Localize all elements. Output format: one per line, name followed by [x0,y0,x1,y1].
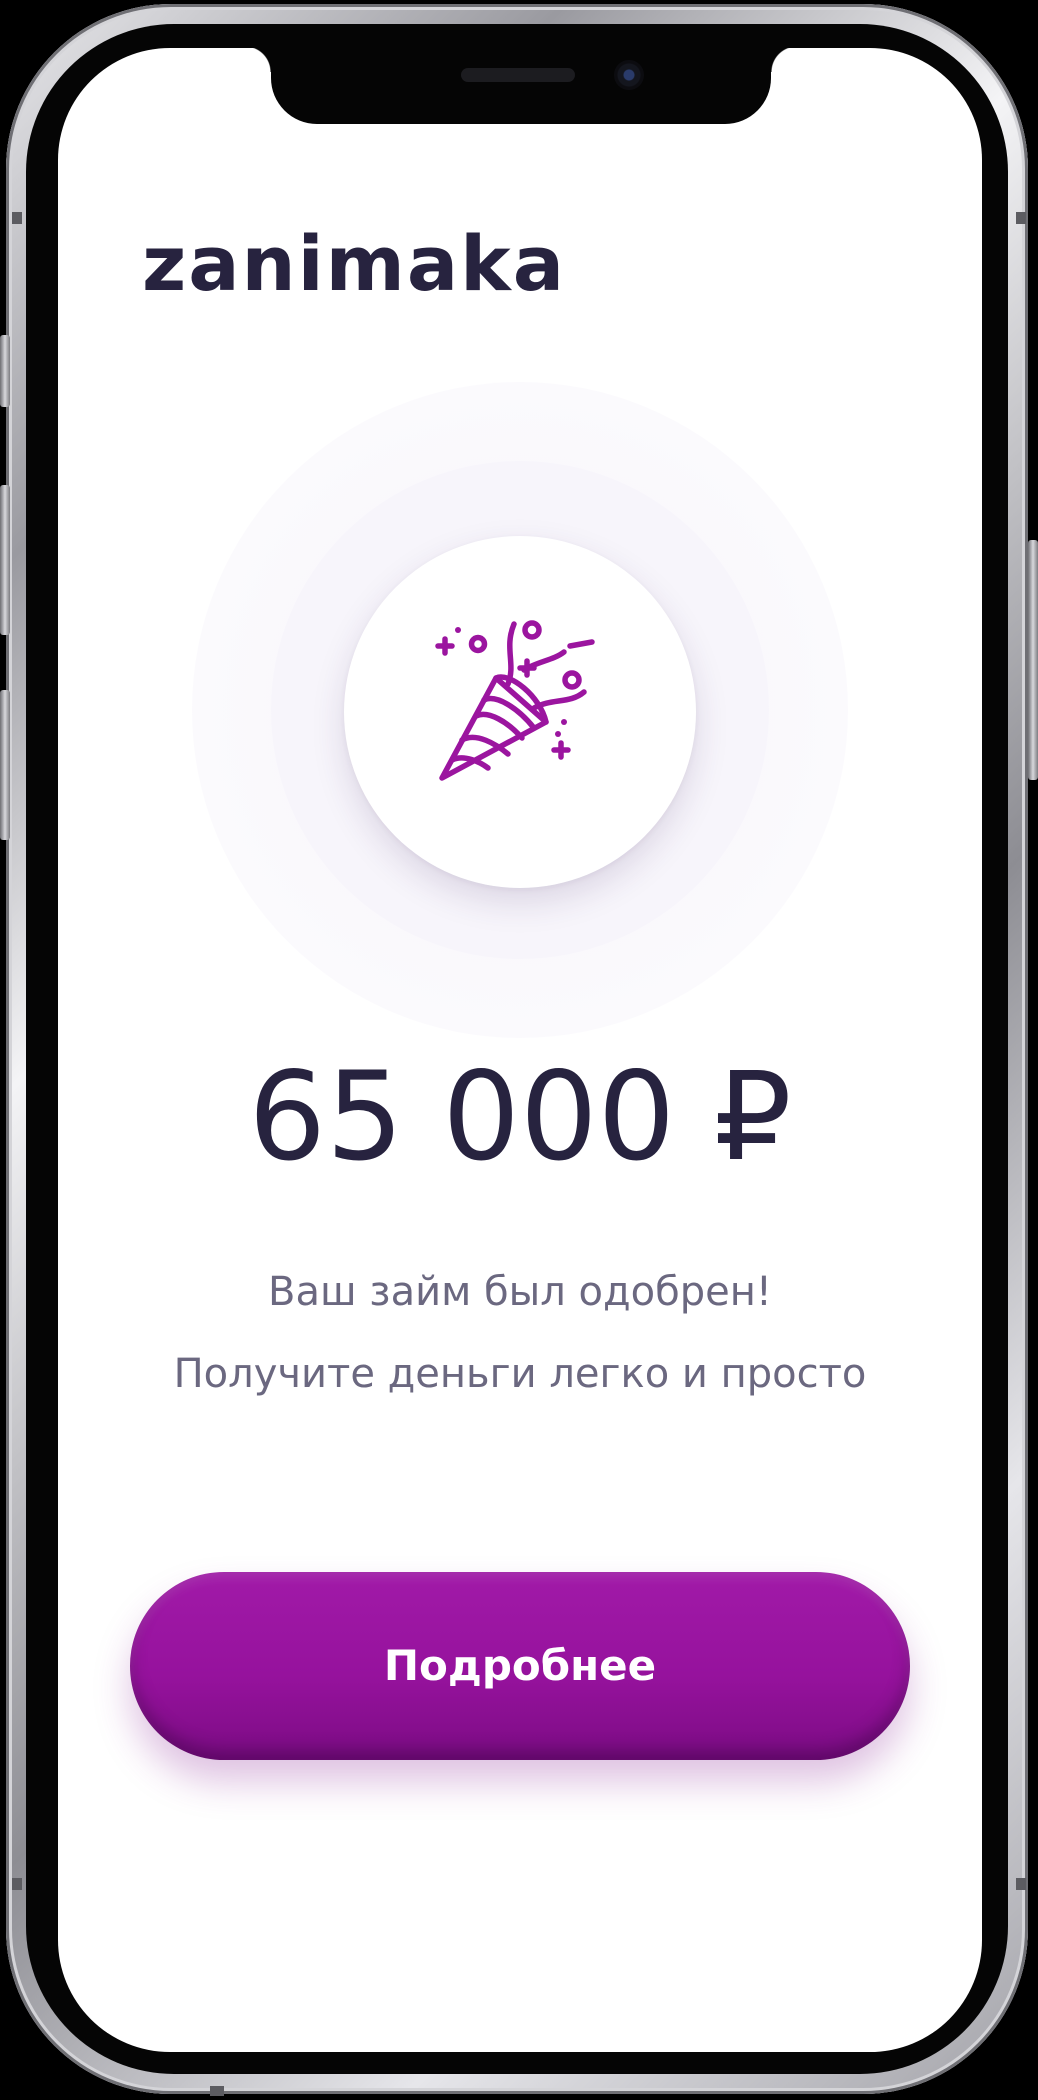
earpiece-speaker [461,68,575,82]
phone-button-volume-up [0,485,10,635]
antenna-seam [12,1878,22,1890]
antenna-seam [1016,212,1026,224]
tagline: Получите деньги легко и просто [173,1351,867,1397]
notch [245,48,797,124]
phone-button-power [1028,540,1038,780]
phone-screen: zanimaka 65 000 ₽ Ваш займ был одобрен! … [58,48,982,2052]
front-camera [614,60,644,90]
approval-message: Ваш займ был одобрен! [268,1269,772,1315]
antenna-seam [12,212,22,224]
more-details-button[interactable]: Подробнее [130,1572,910,1760]
loan-amount: 65 000 ₽ [248,1046,792,1188]
celebration-badge [344,536,696,888]
brand-logo: zanimaka [142,219,566,308]
phone-button-silent [0,335,10,407]
phone-button-volume-down [0,690,10,840]
antenna-seam [210,2086,224,2096]
antenna-seam [1016,1878,1026,1890]
party-popper-icon [435,620,595,781]
